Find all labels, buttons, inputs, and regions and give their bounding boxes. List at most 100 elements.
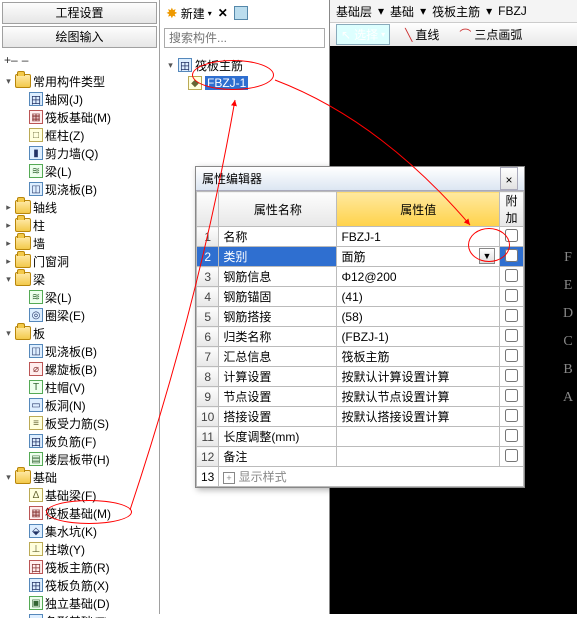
crumb-item[interactable]: 基础层 bbox=[336, 3, 372, 20]
property-row[interactable]: 6归类名称(FBZJ-1) bbox=[197, 327, 524, 347]
tree-node[interactable]: ▮剪力墙(Q) bbox=[4, 144, 157, 162]
tree-node[interactable]: ◎圈梁(E) bbox=[4, 306, 157, 324]
arc-tool[interactable]: ⌒ 三点画弧 bbox=[454, 24, 527, 45]
property-editor-titlebar[interactable]: 属性编辑器 × bbox=[196, 167, 524, 191]
extra-checkbox[interactable] bbox=[505, 309, 518, 322]
property-row[interactable]: 4钢筋锚固(41) bbox=[197, 287, 524, 307]
property-row[interactable]: 10搭接设置按默认搭接设置计算 bbox=[197, 407, 524, 427]
crumb-item[interactable]: FBZJ bbox=[498, 4, 527, 18]
tree-node[interactable]: Δ基础梁(F) bbox=[4, 486, 157, 504]
tree-node[interactable]: ≡板受力筋(S) bbox=[4, 414, 157, 432]
property-row[interactable]: 8计算设置按默认计算设置计算 bbox=[197, 367, 524, 387]
tree-node[interactable]: 田筏板主筋(R) bbox=[4, 558, 157, 576]
tree-node[interactable]: ≋梁(L) bbox=[4, 288, 157, 306]
prop-extra[interactable] bbox=[500, 427, 524, 447]
prop-value[interactable]: Φ12@200 bbox=[337, 267, 500, 287]
tree-node[interactable]: ▤楼层板带(H) bbox=[4, 450, 157, 468]
extra-checkbox[interactable] bbox=[505, 229, 518, 242]
tree-node[interactable]: ⬙集水坑(K) bbox=[4, 522, 157, 540]
prop-extra[interactable] bbox=[500, 407, 524, 427]
prop-value[interactable] bbox=[337, 427, 500, 447]
tree-node[interactable]: ▾梁 bbox=[4, 270, 157, 288]
tree-item[interactable]: ◆ FBZJ-1 bbox=[166, 74, 323, 92]
prop-value[interactable]: FBZJ-1 bbox=[337, 227, 500, 247]
prop-value[interactable]: 筏板主筋 bbox=[337, 347, 500, 367]
copy-button[interactable] bbox=[234, 6, 248, 20]
tree-node[interactable]: ▾常用构件类型 bbox=[4, 72, 157, 90]
dropdown-icon[interactable]: ▼ bbox=[479, 248, 495, 264]
extra-checkbox[interactable] bbox=[505, 369, 518, 382]
prop-value[interactable]: 面筋▼ bbox=[337, 247, 500, 267]
prop-value[interactable]: 按默认节点设置计算 bbox=[337, 387, 500, 407]
new-button[interactable]: ✸ 新建 ▾ bbox=[166, 5, 212, 22]
tree-node[interactable]: 田筏板负筋(X) bbox=[4, 576, 157, 594]
property-row[interactable]: 12备注 bbox=[197, 447, 524, 467]
prop-extra[interactable] bbox=[500, 227, 524, 247]
prop-extra[interactable] bbox=[500, 367, 524, 387]
tree-node[interactable]: 田板负筋(F) bbox=[4, 432, 157, 450]
tree-node[interactable]: ◫现浇板(B) bbox=[4, 180, 157, 198]
tree-node[interactable]: ▭条形基础(T) bbox=[4, 612, 157, 618]
extra-checkbox[interactable] bbox=[505, 329, 518, 342]
tree-node[interactable]: ▸柱 bbox=[4, 216, 157, 234]
property-row[interactable]: 7汇总信息筏板主筋 bbox=[197, 347, 524, 367]
property-row[interactable]: 9节点设置按默认节点设置计算 bbox=[197, 387, 524, 407]
tree-node[interactable]: ◫现浇板(B) bbox=[4, 342, 157, 360]
extra-checkbox[interactable] bbox=[505, 269, 518, 282]
extra-checkbox[interactable] bbox=[505, 349, 518, 362]
prop-extra[interactable] bbox=[500, 387, 524, 407]
property-row[interactable]: 5钢筋搭接(58) bbox=[197, 307, 524, 327]
property-row[interactable]: 2类别面筋▼ bbox=[197, 247, 524, 267]
collapse-all-icon[interactable]: ‒ bbox=[22, 53, 29, 67]
tree-node[interactable]: ▦筏板基础(M) bbox=[4, 108, 157, 126]
prop-extra[interactable] bbox=[500, 287, 524, 307]
prop-extra[interactable] bbox=[500, 247, 524, 267]
tree-node[interactable]: ▸墙 bbox=[4, 234, 157, 252]
tree-node[interactable]: 田轴网(J) bbox=[4, 90, 157, 108]
tree-node[interactable]: □框柱(Z) bbox=[4, 126, 157, 144]
prop-value[interactable]: (58) bbox=[337, 307, 500, 327]
close-icon[interactable]: × bbox=[500, 167, 518, 190]
property-row[interactable]: 11长度调整(mm) bbox=[197, 427, 524, 447]
header-drawing-input[interactable]: 绘图输入 bbox=[2, 26, 157, 48]
expand-plus-icon[interactable]: + bbox=[223, 472, 234, 484]
prop-value[interactable]: 按默认搭接设置计算 bbox=[337, 407, 500, 427]
prop-value[interactable] bbox=[337, 447, 500, 467]
extra-checkbox[interactable] bbox=[505, 289, 518, 302]
header-project-settings[interactable]: 工程设置 bbox=[2, 2, 157, 24]
tree-root[interactable]: ▾ 田 筏板主筋 bbox=[166, 56, 323, 74]
prop-value[interactable]: (41) bbox=[337, 287, 500, 307]
prop-extra[interactable] bbox=[500, 447, 524, 467]
line-tool[interactable]: ╲ 直线 bbox=[400, 24, 444, 45]
tree-node[interactable]: ▦筏板基础(M) bbox=[4, 504, 157, 522]
tree-node[interactable]: ≋梁(L) bbox=[4, 162, 157, 180]
prop-extra[interactable] bbox=[500, 307, 524, 327]
crumb-item[interactable]: 基础 bbox=[390, 3, 414, 20]
prop-extra[interactable] bbox=[500, 327, 524, 347]
prop-extra[interactable] bbox=[500, 347, 524, 367]
extra-checkbox[interactable] bbox=[505, 449, 518, 462]
select-tool[interactable]: ↖ 选择 ▾ bbox=[336, 24, 390, 45]
extra-checkbox[interactable] bbox=[505, 389, 518, 402]
property-row[interactable]: 1名称FBZJ-1 bbox=[197, 227, 524, 247]
search-input[interactable] bbox=[164, 28, 325, 48]
tree-node[interactable]: ▭板洞(N) bbox=[4, 396, 157, 414]
component-type-tree[interactable]: ▾常用构件类型田轴网(J)▦筏板基础(M)□框柱(Z)▮剪力墙(Q)≋梁(L)◫… bbox=[0, 70, 159, 618]
tree-node[interactable]: ▣独立基础(D) bbox=[4, 594, 157, 612]
tree-node[interactable]: ▾板 bbox=[4, 324, 157, 342]
extra-checkbox[interactable] bbox=[505, 429, 518, 442]
delete-button[interactable]: ✕ bbox=[218, 6, 228, 20]
tree-node[interactable]: ⊥柱墩(Y) bbox=[4, 540, 157, 558]
prop-extra[interactable] bbox=[500, 267, 524, 287]
crumb-item[interactable]: 筏板主筋 bbox=[432, 3, 480, 20]
tree-node[interactable]: ▸轴线 bbox=[4, 198, 157, 216]
tree-node[interactable]: ▸门窗洞 bbox=[4, 252, 157, 270]
expand-row-icon[interactable]: 13 bbox=[197, 467, 219, 487]
prop-value[interactable]: (FBZJ-1) bbox=[337, 327, 500, 347]
prop-value[interactable]: 按默认计算设置计算 bbox=[337, 367, 500, 387]
extra-checkbox[interactable] bbox=[505, 249, 518, 262]
tree-node[interactable]: Т柱帽(V) bbox=[4, 378, 157, 396]
tree-node[interactable]: ▾基础 bbox=[4, 468, 157, 486]
property-row[interactable]: 3钢筋信息Φ12@200 bbox=[197, 267, 524, 287]
expand-all-icon[interactable]: +‒ bbox=[4, 53, 18, 67]
